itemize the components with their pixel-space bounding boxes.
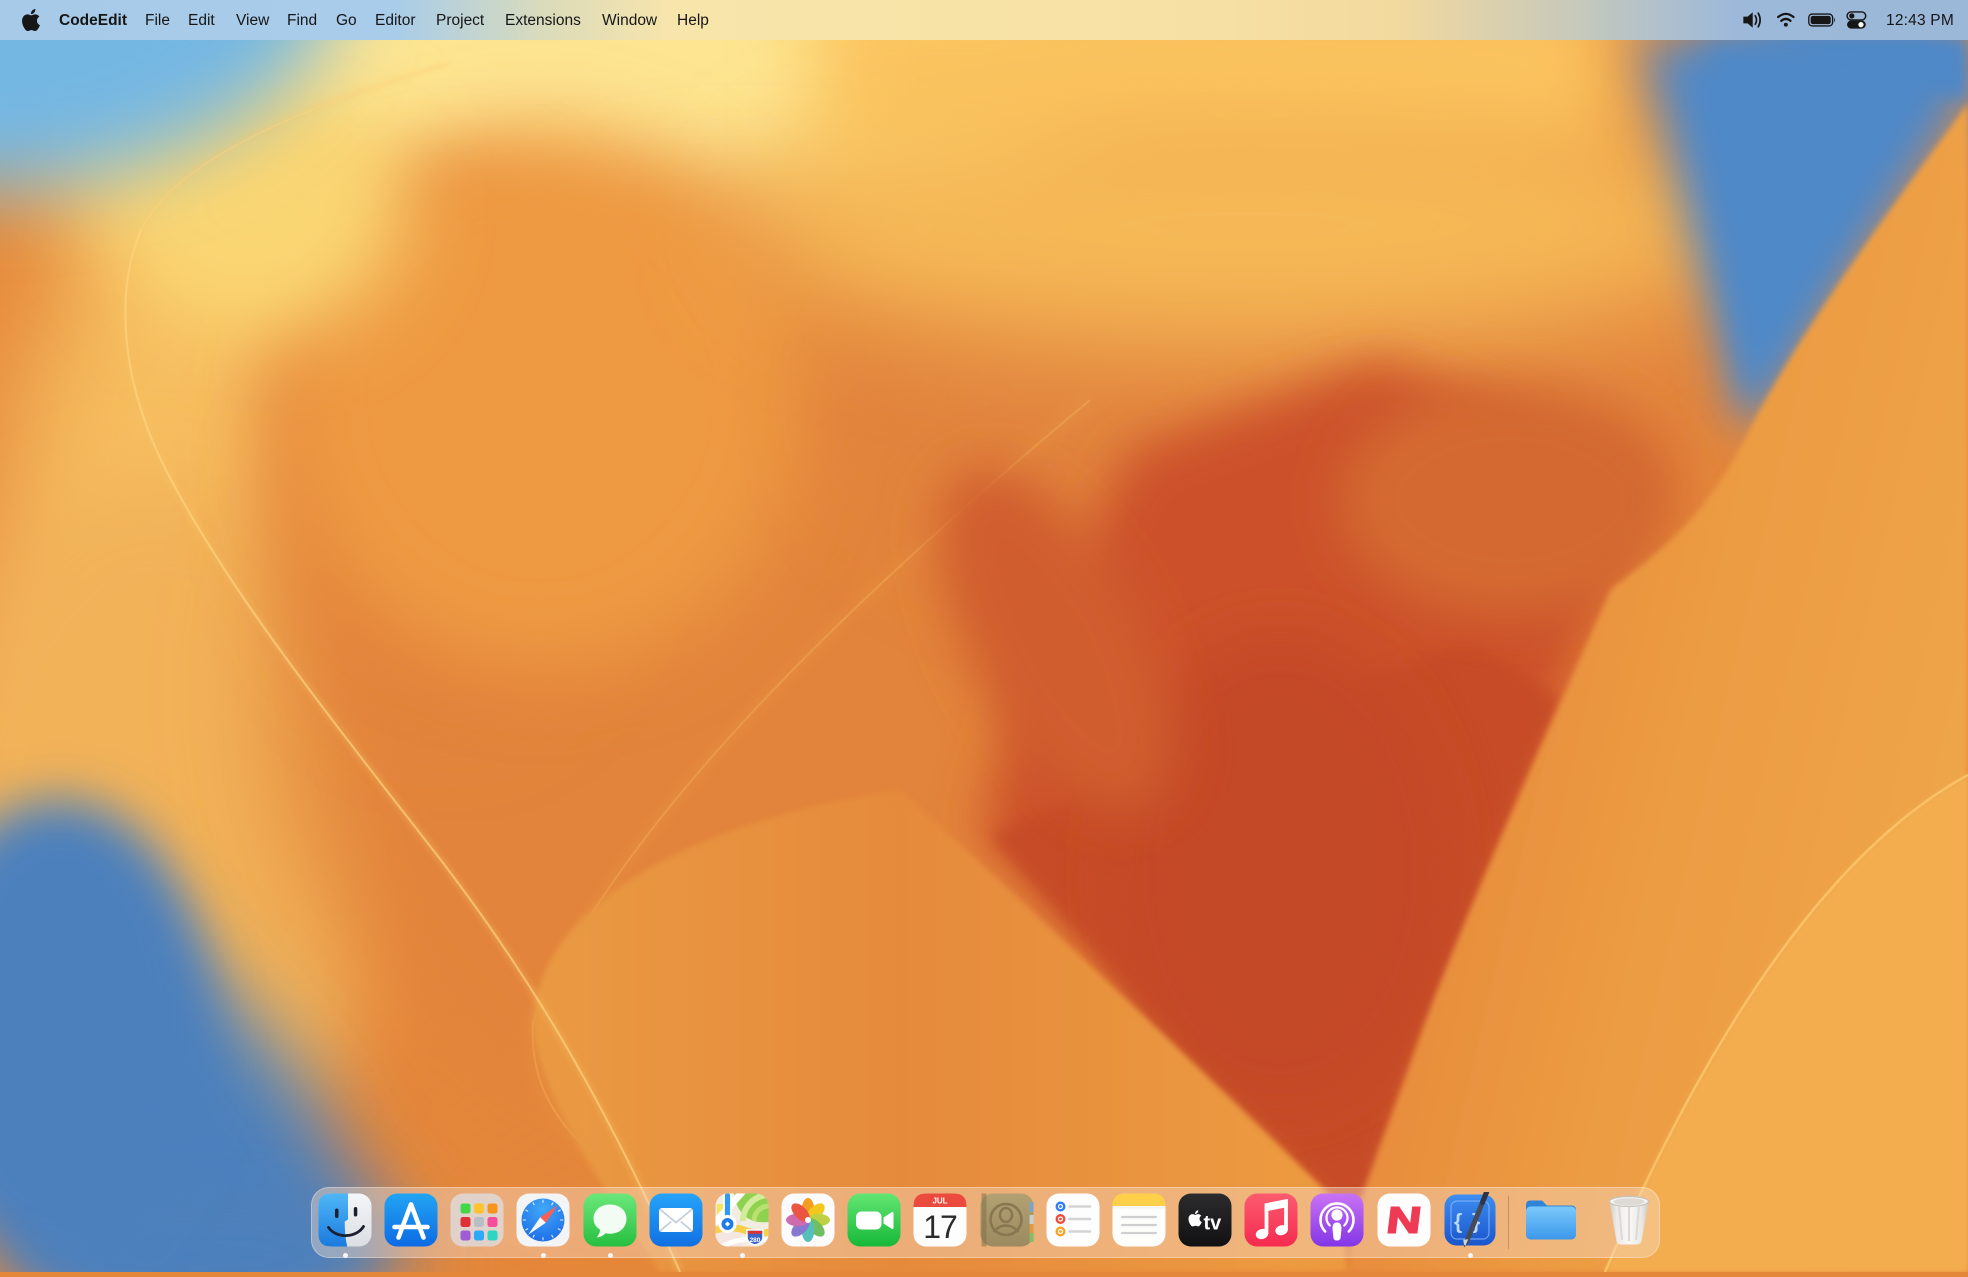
svg-text:280: 280 [750, 1237, 761, 1244]
svg-text:{: { [1454, 1211, 1462, 1234]
svg-text:tv: tv [1204, 1213, 1223, 1235]
svg-text:JUL: JUL [932, 1197, 947, 1206]
svg-text:17: 17 [923, 1209, 957, 1245]
